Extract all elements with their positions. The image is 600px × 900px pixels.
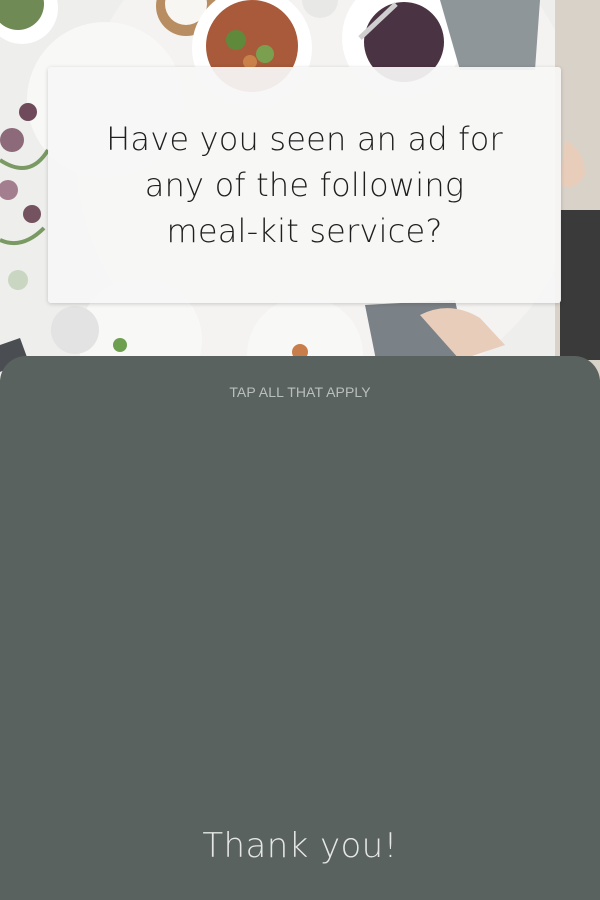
question-card: Have you seen an ad for any of the follo… (48, 67, 561, 303)
instruction-text: TAP ALL THAT APPLY (229, 384, 371, 400)
thank-you-text: Thank you! (202, 826, 398, 866)
survey-screen: Have you seen an ad for any of the follo… (0, 0, 600, 900)
answer-panel: TAP ALL THAT APPLY Thank you! (0, 356, 600, 900)
question-text: Have you seen an ad for any of the follo… (106, 120, 503, 250)
answer-options-list (40, 426, 560, 806)
